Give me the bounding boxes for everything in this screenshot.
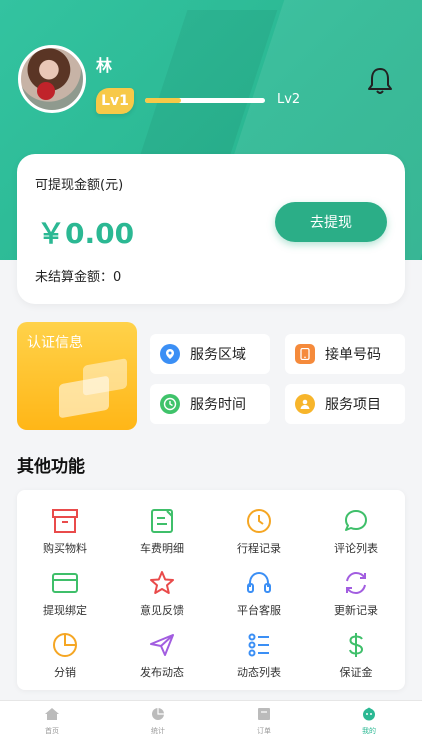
order-phone-label: 接单号码 — [325, 347, 381, 363]
pending-amount: 未结算金额：0 — [35, 270, 122, 285]
bottom-tab-bar: 首页 统计 订单 我的 — [0, 700, 422, 750]
update-log-button[interactable]: 更新记录 — [308, 570, 404, 630]
service-items-label: 服务项目 — [325, 397, 381, 413]
level-progress-bar — [145, 98, 265, 103]
phone-icon — [295, 344, 315, 364]
tab-stats[interactable]: 统计 — [128, 706, 188, 736]
tab-stats-label: 统计 — [151, 727, 165, 735]
withdraw-button[interactable]: 去提现 — [275, 202, 387, 242]
tab-profile[interactable]: 我的 — [339, 706, 399, 736]
tab-home-label: 首页 — [45, 727, 59, 735]
service-time-label: 服务时间 — [190, 397, 246, 413]
customer-service-button[interactable]: 平台客服 — [211, 570, 307, 630]
deposit-button[interactable]: 保证金 — [308, 632, 404, 692]
clock-icon — [247, 509, 271, 533]
buy-materials-label: 购买物料 — [43, 542, 87, 555]
service-area-button[interactable]: 服务区域 — [150, 334, 270, 374]
list-icon — [248, 633, 269, 657]
buy-materials-button[interactable]: 购买物料 — [17, 508, 113, 568]
fare-details-label: 车费明细 — [140, 542, 184, 555]
headset-icon — [247, 571, 271, 593]
update-log-label: 更新记录 — [334, 604, 378, 617]
order-icon — [258, 708, 270, 720]
service-time-button[interactable]: 服务时间 — [150, 384, 270, 424]
other-functions-title: 其他功能 — [17, 457, 85, 477]
other-functions-grid: 购买物料 车费明细 行程记录 评论列表 提现绑定 意见反馈 平台客服 更新记录 … — [17, 490, 405, 690]
trip-records-label: 行程记录 — [237, 542, 281, 555]
refresh-icon — [346, 571, 366, 595]
post-update-button[interactable]: 发布动态 — [114, 632, 210, 692]
fare-details-button[interactable]: 车费明细 — [114, 508, 210, 568]
stats-icon — [152, 708, 164, 720]
level-badge: Lv1 — [96, 88, 134, 114]
withdrawable-label: 可提现金额(元) — [35, 178, 124, 193]
update-list-button[interactable]: 动态列表 — [211, 632, 307, 692]
tab-profile-label: 我的 — [362, 727, 376, 735]
chat-icon — [345, 510, 367, 531]
level-progress-fill — [145, 98, 181, 103]
feedback-button[interactable]: 意见反馈 — [114, 570, 210, 630]
distribution-button[interactable]: 分销 — [17, 632, 113, 692]
box-icon — [52, 509, 78, 533]
user-name: 林 — [96, 56, 113, 75]
tab-home[interactable]: 首页 — [22, 706, 82, 736]
tab-orders[interactable]: 订单 — [234, 706, 294, 736]
pie-icon — [53, 633, 77, 657]
star-icon — [150, 571, 174, 594]
edit-doc-icon — [151, 509, 173, 533]
post-update-label: 发布动态 — [140, 666, 184, 679]
bell-icon[interactable] — [366, 66, 394, 96]
update-list-label: 动态列表 — [237, 666, 281, 679]
balance-amount: ￥0.00 — [37, 217, 135, 250]
withdraw-binding-button[interactable]: 提现绑定 — [17, 570, 113, 630]
box-illustration — [59, 375, 109, 419]
order-phone-button[interactable]: 接单号码 — [285, 334, 405, 374]
next-level-label: Lv2 — [277, 92, 301, 107]
customer-service-label: 平台客服 — [237, 604, 281, 617]
tab-orders-label: 订单 — [257, 727, 271, 735]
service-items-button[interactable]: 服务项目 — [285, 384, 405, 424]
wallet-card: 可提现金额(元) ￥0.00 未结算金额：0 去提现 — [17, 154, 405, 304]
location-icon — [160, 344, 180, 364]
profile-icon — [363, 707, 375, 721]
comment-list-button[interactable]: 评论列表 — [308, 508, 404, 568]
avatar[interactable] — [18, 45, 86, 113]
comment-list-label: 评论列表 — [334, 542, 378, 555]
auth-info-card[interactable]: 认证信息 — [17, 322, 137, 430]
send-icon — [150, 634, 174, 656]
dollar-icon — [349, 633, 364, 657]
card-icon — [52, 573, 78, 593]
user-icon — [295, 394, 315, 414]
clock-icon — [160, 394, 180, 414]
feedback-label: 意见反馈 — [140, 604, 184, 617]
home-icon — [45, 708, 59, 720]
trip-records-button[interactable]: 行程记录 — [211, 508, 307, 568]
distribution-label: 分销 — [54, 666, 76, 679]
withdraw-binding-label: 提现绑定 — [43, 604, 87, 617]
auth-info-title: 认证信息 — [27, 335, 83, 351]
deposit-label: 保证金 — [339, 666, 373, 679]
service-area-label: 服务区域 — [190, 347, 246, 363]
